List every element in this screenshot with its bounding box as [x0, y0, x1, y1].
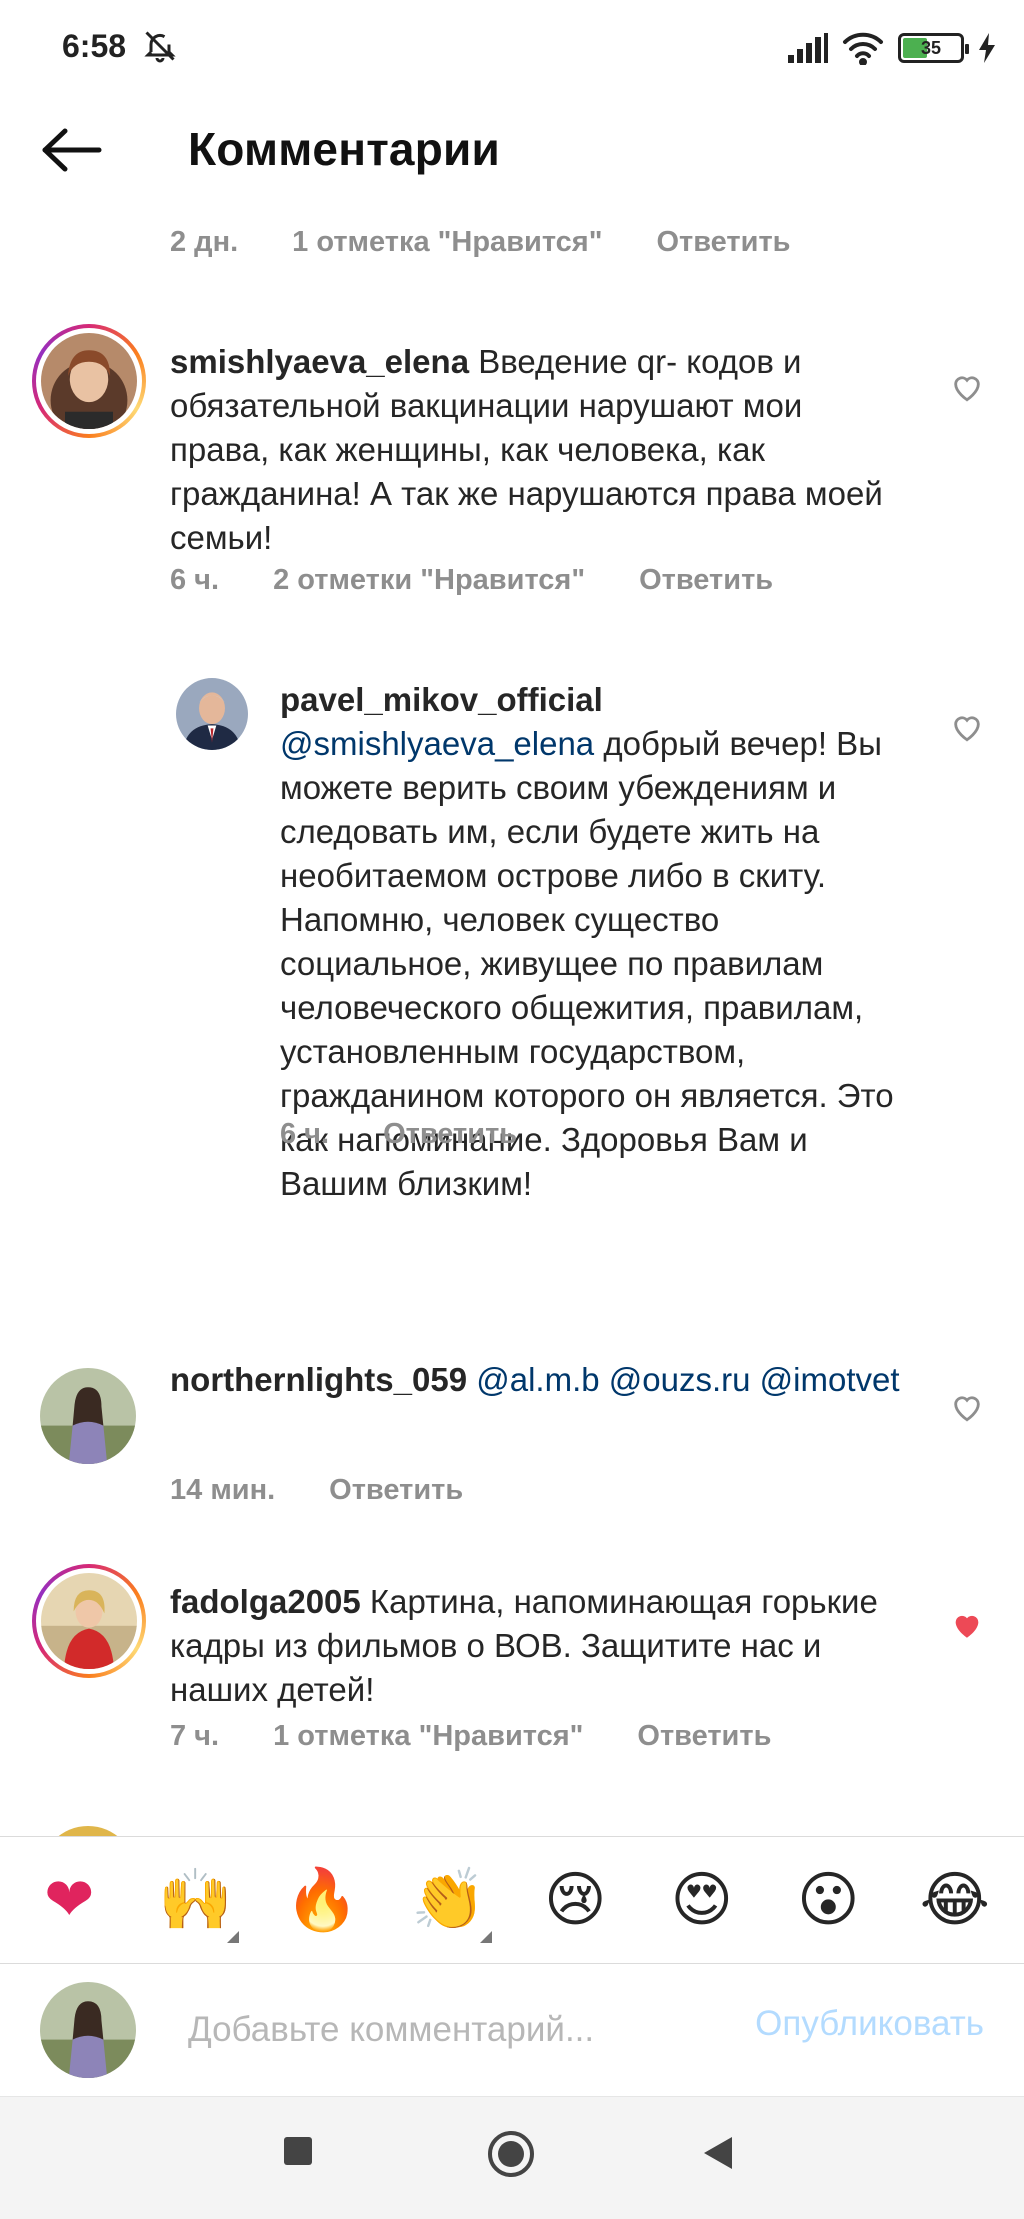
- comment-mention[interactable]: @smishlyaeva_elena: [280, 725, 594, 762]
- comment-meta: 2 дн. 1 отметка "Нравится" Ответить: [170, 226, 790, 259]
- publish-button[interactable]: Опубликовать: [755, 2004, 984, 2044]
- emoji-raising-hands[interactable]: 🙌: [151, 1865, 241, 1943]
- comment-username[interactable]: northernlights_059: [170, 1361, 467, 1398]
- emoji-glyph: 🙌: [158, 1865, 234, 1935]
- comment-likes[interactable]: 2 отметки "Нравится": [273, 564, 585, 597]
- emoji-heart-eyes[interactable]: 😍: [657, 1865, 747, 1935]
- comment-input[interactable]: [188, 2002, 708, 2058]
- battery-icon: 35: [898, 33, 969, 63]
- wifi-icon: [843, 32, 883, 65]
- comment-body: smishlyaeva_elena Введение qr- кодов и о…: [170, 340, 910, 560]
- battery-level: 35: [920, 37, 942, 58]
- arrow-left-icon: [42, 128, 102, 172]
- status-bar: 6:58 35: [0, 0, 1024, 96]
- comment-time: 7 ч.: [170, 1720, 220, 1752]
- comment-meta: 7 ч. 1 отметка "Нравится" Ответить: [170, 1720, 771, 1753]
- reply-button[interactable]: Ответить: [383, 1118, 517, 1151]
- comment-username[interactable]: smishlyaeva_elena: [170, 343, 469, 380]
- emoji-open-mouth[interactable]: 😮: [783, 1865, 873, 1935]
- comment-time: 14 мин.: [170, 1474, 276, 1506]
- recents-icon[interactable]: [282, 2135, 314, 2167]
- back-button[interactable]: [36, 118, 108, 182]
- heart-icon[interactable]: [950, 1390, 984, 1424]
- emoji-clapping-hands[interactable]: 👏: [404, 1865, 494, 1943]
- comment-username[interactable]: pavel_mikov_official: [280, 681, 603, 718]
- reply-button[interactable]: Ответить: [656, 226, 790, 259]
- bell-muted-icon: [144, 31, 176, 63]
- heart-icon[interactable]: [950, 710, 984, 744]
- emoji-reaction-bar: ❤ 🙌 🔥 👏 😢 😍 😮 😂: [0, 1836, 1024, 1964]
- home-icon[interactable]: [486, 2129, 536, 2179]
- comment-meta: 6 ч. 2 отметки "Нравится" Ответить: [170, 564, 773, 597]
- comment-likes[interactable]: 1 отметка "Нравится": [273, 1720, 583, 1753]
- emoji-fire[interactable]: 🔥: [277, 1865, 367, 1935]
- comment-item: northernlights_059 @al.m.b @ouzs.ru @imo…: [0, 1358, 1024, 1508]
- emoji-crying-face[interactable]: 😢: [530, 1865, 620, 1935]
- comment-meta: 14 мин. Ответить: [170, 1474, 463, 1507]
- header: Комментарии: [0, 96, 1024, 208]
- comment-body: northernlights_059 @al.m.b @ouzs.ru @imo…: [170, 1358, 910, 1402]
- comments-list: 2 дн. 1 отметка "Нравится" Ответить smis…: [0, 208, 1024, 1838]
- comment-time: 2 дн.: [170, 226, 239, 258]
- signal-icon: [788, 33, 828, 63]
- status-icons: 35: [788, 24, 996, 72]
- comment-item: smishlyaeva_elena Введение qr- кодов и о…: [0, 324, 1024, 596]
- current-user-avatar: [40, 1982, 136, 2078]
- comment-username[interactable]: fadolga2005: [170, 1583, 361, 1620]
- comment-item: fadolga2005 Картина, напоминающая горьки…: [0, 1564, 1024, 1764]
- comment-time: 6 ч.: [170, 564, 220, 596]
- emoji-tears-of-joy[interactable]: 😂: [910, 1865, 1000, 1935]
- heart-icon[interactable]: [950, 370, 984, 404]
- comment-meta: 6 ч. Ответить: [280, 1118, 517, 1151]
- skin-tone-indicator: [226, 1931, 239, 1943]
- reply-button[interactable]: Ответить: [637, 1720, 771, 1753]
- skin-tone-indicator: [479, 1931, 492, 1943]
- page-title: Комментарии: [188, 123, 500, 175]
- comment-reply: pavel_mikov_official @smishlyaeva_elena …: [0, 668, 1024, 1202]
- comment-mentions[interactable]: @al.m.b @ouzs.ru @imotvet: [476, 1361, 899, 1398]
- heart-filled-icon[interactable]: [950, 1608, 984, 1642]
- comment-time: 6 ч.: [280, 1118, 330, 1150]
- comment-composer: Опубликовать: [0, 1964, 1024, 2096]
- avatar[interactable]: [32, 1564, 146, 1678]
- status-time: 6:58: [62, 28, 127, 64]
- comment-likes[interactable]: 1 отметка "Нравится": [292, 226, 602, 259]
- emoji-red-heart[interactable]: ❤: [24, 1865, 114, 1935]
- reply-button[interactable]: Ответить: [639, 564, 773, 597]
- back-triangle-icon[interactable]: [700, 2135, 736, 2171]
- reply-button[interactable]: Ответить: [329, 1474, 463, 1507]
- emoji-glyph: 👏: [411, 1865, 487, 1935]
- avatar[interactable]: [32, 324, 146, 438]
- system-nav-bar: [0, 2096, 1024, 2219]
- avatar[interactable]: [176, 678, 248, 750]
- avatar[interactable]: [40, 1368, 136, 1464]
- charging-icon: [979, 33, 995, 63]
- comment-body: fadolga2005 Картина, напоминающая горьки…: [170, 1580, 910, 1712]
